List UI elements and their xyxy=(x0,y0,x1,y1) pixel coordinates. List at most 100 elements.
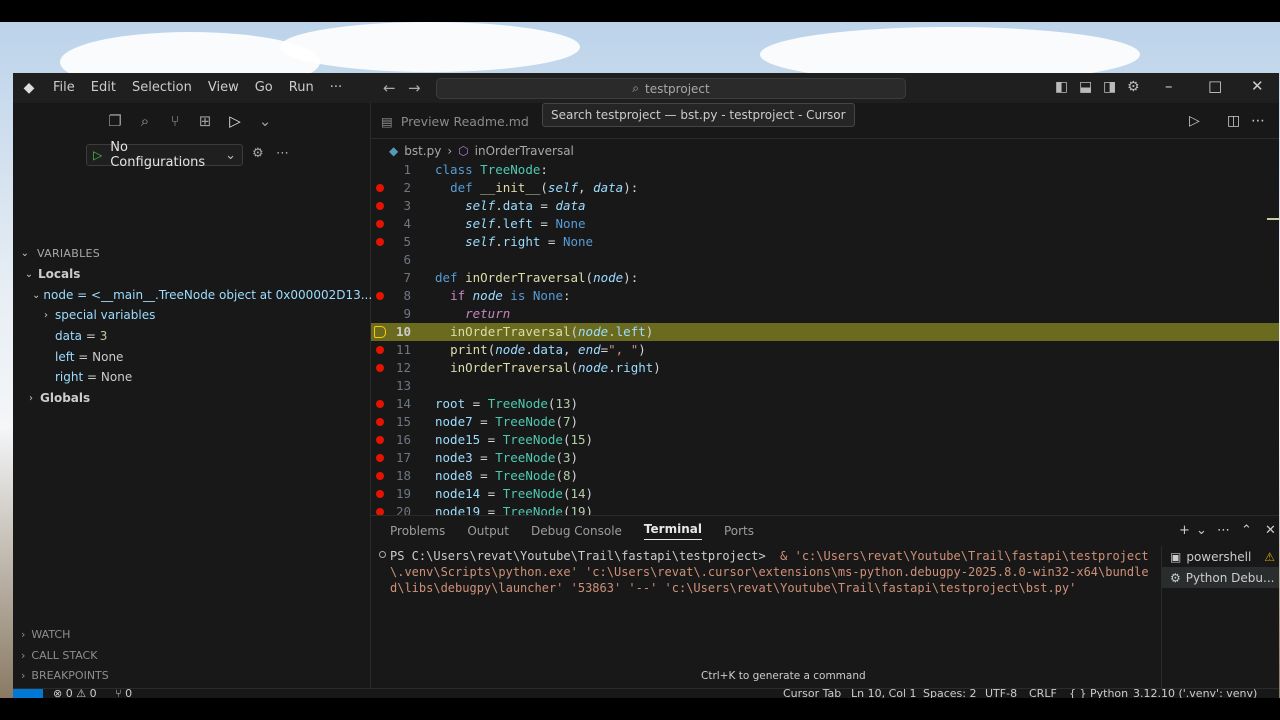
status-bar: ⊗ 0 ⚠ 0 ⑂ 0 Cursor Tab Ln 10, Col 1 Spac… xyxy=(13,688,1279,698)
menu-more[interactable]: ··· xyxy=(322,73,350,103)
explorer-icon[interactable]: ❐ xyxy=(107,112,123,130)
menu-edit[interactable]: Edit xyxy=(83,73,124,103)
more-actions-icon[interactable]: ⋯ xyxy=(1251,113,1265,129)
breakpoint-dot[interactable] xyxy=(376,454,384,462)
line-number: 11 xyxy=(395,342,411,357)
line-number: 17 xyxy=(395,450,411,465)
minimize-icon[interactable]: – xyxy=(1165,77,1173,95)
start-debug-play-icon[interactable]: ▷ xyxy=(93,148,102,162)
maximize-icon[interactable]: □ xyxy=(1208,77,1222,95)
ports-status[interactable]: ⑂ 0 xyxy=(115,689,132,698)
line-number: 7 xyxy=(403,270,411,285)
breadcrumb: ◆ bst.py › ⬡ inOrderTraversal xyxy=(389,141,574,161)
encoding-status[interactable]: UTF-8 xyxy=(985,689,1017,698)
search-icon[interactable]: ⌕ xyxy=(137,112,153,130)
run-debug-file-icon[interactable]: ▷ xyxy=(1189,113,1200,129)
special-variables[interactable]: › special variables xyxy=(13,305,371,325)
preview-icon: ▤ xyxy=(381,113,393,129)
chevron-right-icon: › xyxy=(29,392,33,404)
remote-indicator[interactable] xyxy=(13,689,43,698)
globals-scope[interactable]: › Globals xyxy=(13,388,371,408)
tab-debug-console[interactable]: Debug Console xyxy=(531,524,622,538)
variable-node[interactable]: ⌄ node = <__main__.TreeNode object at 0x… xyxy=(13,285,371,305)
problems-status[interactable]: ⊗ 0 ⚠ 0 xyxy=(53,689,97,698)
split-editor-icon[interactable]: ◫ xyxy=(1227,113,1240,129)
menu-view[interactable]: View xyxy=(200,73,247,103)
more-actions-icon[interactable]: ⋯ xyxy=(276,146,289,161)
chevron-right-icon: › xyxy=(44,309,48,321)
run-debug-icon[interactable]: ▷ xyxy=(227,112,243,130)
tab-terminal[interactable]: Terminal xyxy=(643,522,702,540)
breadcrumb-symbol[interactable]: inOrderTraversal xyxy=(475,144,574,158)
python-interpreter-status[interactable]: 3.12.10 ('.venv': venv) xyxy=(1133,689,1257,698)
breakpoint-dot[interactable] xyxy=(376,292,384,300)
toggle-primary-sidebar-icon[interactable]: ◧ xyxy=(1055,79,1068,95)
locals-label: Locals xyxy=(38,267,81,281)
breakpoint-dot[interactable] xyxy=(376,436,384,444)
breakpoint-dot[interactable] xyxy=(376,490,384,498)
tab-ports[interactable]: Ports xyxy=(724,524,754,538)
source-control-icon[interactable]: ⑂ xyxy=(167,112,183,130)
eol-status[interactable]: CRLF xyxy=(1029,689,1057,698)
locals-scope[interactable]: ⌄ Locals xyxy=(13,264,371,284)
new-terminal-plus-icon[interactable]: + xyxy=(1179,523,1190,538)
call-stack-section-header[interactable]: › CALL STACK xyxy=(13,645,371,665)
tab-preview-readme[interactable]: ▤ Preview Readme.md xyxy=(371,103,541,139)
cursor-tab-status[interactable]: Cursor Tab xyxy=(783,689,841,698)
breakpoint-dot[interactable] xyxy=(376,238,384,246)
tab-problems[interactable]: Problems xyxy=(390,524,445,538)
command-center-search[interactable]: ⌕ testproject xyxy=(436,78,906,99)
forward-arrow-icon[interactable]: → xyxy=(408,79,421,97)
settings-gear-icon[interactable]: ⚙ xyxy=(1127,79,1140,95)
indentation-status[interactable]: Spaces: 2 xyxy=(923,689,976,698)
line-number: 15 xyxy=(395,414,411,429)
code-line: 14 root = TreeNode(13) xyxy=(371,395,1279,413)
menu-go[interactable]: Go xyxy=(247,73,281,103)
variable-name: left xyxy=(55,350,75,364)
breakpoint-dot[interactable] xyxy=(376,184,384,192)
terminal-output[interactable]: PS C:\Users\revat\Youtube\Trail\fastapi\… xyxy=(379,548,1151,596)
variable-left[interactable]: left = None xyxy=(13,347,371,367)
variables-title: VARIABLES xyxy=(37,246,101,260)
more-actions-icon[interactable]: ⋯ xyxy=(1217,523,1230,538)
cloud xyxy=(280,22,580,72)
menu-file[interactable]: File xyxy=(45,73,83,103)
menu-selection[interactable]: Selection xyxy=(124,73,200,103)
open-launch-json-gear-icon[interactable]: ⚙ xyxy=(252,146,264,161)
breakpoints-section-header[interactable]: › BREAKPOINTS xyxy=(13,665,371,685)
breakpoint-dot[interactable] xyxy=(376,418,384,426)
cursor-position[interactable]: Ln 10, Col 1 xyxy=(851,689,917,698)
variable-right[interactable]: right = None xyxy=(13,367,371,387)
breakpoint-dot[interactable] xyxy=(376,202,384,210)
terminal-python-debug[interactable]: ⚙ Python Debu... xyxy=(1162,567,1279,588)
toggle-secondary-sidebar-icon[interactable]: ◨ xyxy=(1103,79,1116,95)
language-status[interactable]: { } Python xyxy=(1069,689,1128,698)
code-line: 16 node15 = TreeNode(15) xyxy=(371,431,1279,449)
code-line: 11 print(node.data, end=", ") xyxy=(371,341,1279,359)
toggle-panel-icon[interactable]: ⬓ xyxy=(1079,79,1092,95)
current-execution-line: 10 inOrderTraversal(node.left) xyxy=(371,323,1279,341)
maximize-panel-icon[interactable]: ⌃ xyxy=(1241,523,1252,538)
breakpoint-dot[interactable] xyxy=(376,400,384,408)
extensions-icon[interactable]: ⊞ xyxy=(197,112,213,130)
variable-data[interactable]: data = 3 xyxy=(13,326,371,346)
activity-bar: ❐ ⌕ ⑂ ⊞ ▷ ⌄ xyxy=(13,103,371,139)
chevron-down-icon[interactable]: ⌄ xyxy=(1196,523,1207,538)
variables-section-header[interactable]: ⌄ VARIABLES xyxy=(13,243,371,263)
terminal-powershell[interactable]: ▣ powershell ⚠ xyxy=(1162,546,1279,567)
close-icon[interactable]: ✕ xyxy=(1251,77,1264,95)
breakpoint-dot[interactable] xyxy=(376,472,384,480)
run-configuration-dropdown[interactable]: ▷ No Configurations ⌄ xyxy=(86,140,243,170)
watch-section-header[interactable]: › WATCH xyxy=(13,624,371,644)
breakpoint-dot[interactable] xyxy=(376,364,384,372)
breadcrumb-file[interactable]: bst.py xyxy=(404,144,441,158)
line-number: 16 xyxy=(395,432,411,447)
breakpoint-dot[interactable] xyxy=(376,346,384,354)
chevron-down-icon[interactable]: ⌄ xyxy=(257,112,273,130)
menu-run[interactable]: Run xyxy=(281,73,322,103)
close-panel-icon[interactable]: ✕ xyxy=(1265,523,1276,538)
breakpoint-dot[interactable] xyxy=(376,220,384,228)
tab-output[interactable]: Output xyxy=(467,524,509,538)
back-arrow-icon[interactable]: ← xyxy=(383,79,396,97)
tooltip: Search testproject — bst.py - testprojec… xyxy=(542,103,855,127)
